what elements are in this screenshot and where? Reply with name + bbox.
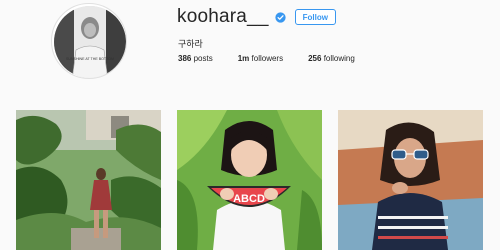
posts-count: 386	[178, 54, 192, 63]
sunglasses-photo	[338, 110, 483, 250]
watermelon-clutch-photo: ABCD	[177, 110, 322, 250]
avatar-image: SUNSHINE AT THE BOTTOM	[54, 6, 126, 78]
posts-label: posts	[193, 54, 213, 63]
follow-button[interactable]: Follow	[294, 9, 336, 25]
following-label: following	[323, 54, 355, 63]
post-thumbnail-3[interactable]	[338, 110, 483, 250]
username-row: koohara__ Follow	[177, 5, 336, 29]
followers-count: 1m	[237, 54, 250, 63]
profile-stats: 386 posts 1m followers 256 following	[178, 54, 380, 63]
following-count: 256	[308, 54, 322, 63]
followers-stat[interactable]: 1m followers	[238, 54, 283, 63]
avatar-shirt-text: SUNSHINE AT THE BOTTOM	[66, 57, 114, 61]
followers-label: followers	[251, 54, 284, 63]
profile-avatar[interactable]: SUNSHINE AT THE BOTTOM	[51, 3, 127, 79]
watermelon-text: ABCD	[233, 193, 265, 205]
following-stat[interactable]: 256 following	[308, 54, 355, 63]
post-thumbnail-1[interactable]	[16, 110, 161, 250]
verified-badge-icon	[274, 11, 286, 23]
post-thumbnail-2[interactable]: ABCD	[177, 110, 322, 250]
profile-full-name: 구하라	[178, 40, 203, 50]
garden-photo	[16, 110, 161, 250]
posts-stat: 386 posts	[178, 54, 213, 63]
profile-username: koohara__	[177, 6, 269, 27]
